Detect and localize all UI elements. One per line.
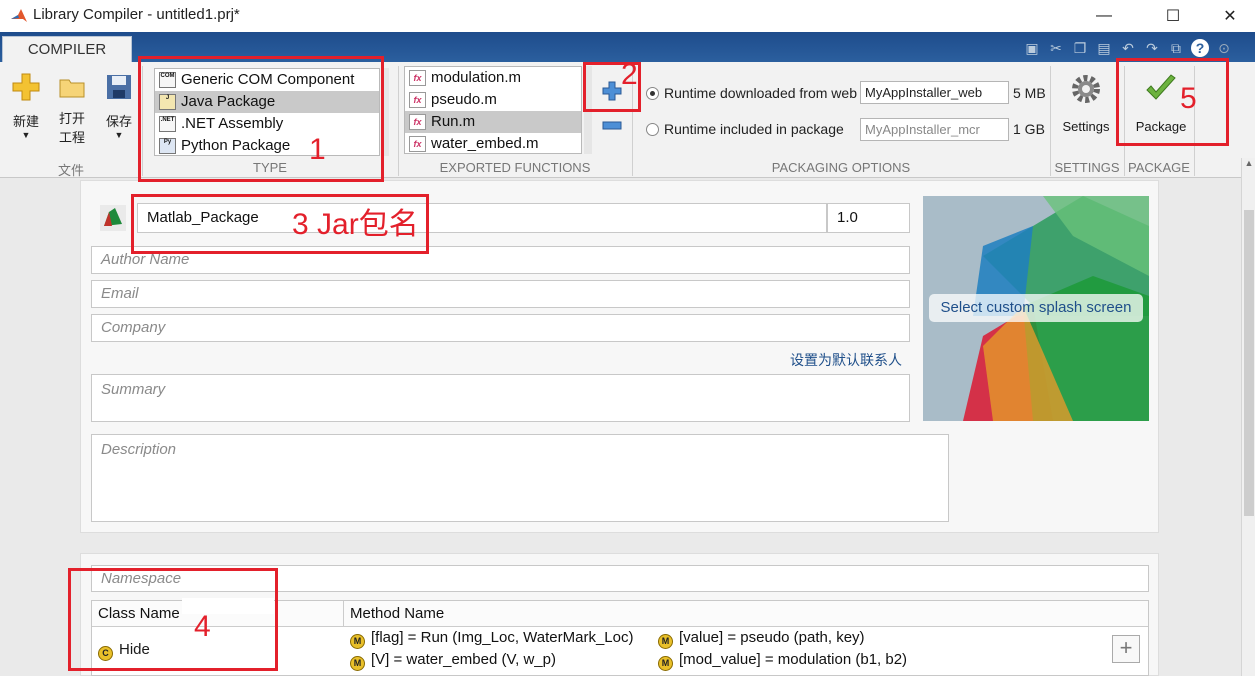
settings-group-label: SETTINGS <box>1054 160 1120 175</box>
exported-functions-label: EXPORTED FUNCTIONS <box>439 160 591 175</box>
scrollbar-thumb[interactable] <box>1244 210 1254 516</box>
company-input[interactable]: Company <box>91 314 910 342</box>
method-icon: M <box>350 634 365 649</box>
method-icon: M <box>350 656 365 671</box>
minimize-button[interactable]: — <box>1081 0 1127 32</box>
method-pseudo: M [value] = pseudo (path, key) <box>658 629 865 649</box>
version-input[interactable]: 1.0 <box>827 203 910 233</box>
minus-icon[interactable] <box>601 120 623 132</box>
settings-button-label: Settings <box>1062 119 1110 134</box>
gear-icon <box>1072 75 1100 103</box>
runtime-web-radio[interactable] <box>646 87 659 100</box>
copy-icon[interactable]: ❐ <box>1071 39 1089 57</box>
title-bar: Library Compiler - untitled1.prj* — ☐ ✕ <box>0 0 1255 32</box>
fx-icon: fx <box>409 114 426 130</box>
new-button[interactable]: 新建 ▼ <box>4 68 48 158</box>
method-icon: M <box>658 634 673 649</box>
packaging-options-label: PACKAGING OPTIONS <box>771 160 911 175</box>
open-project-button[interactable]: 打开 工程 <box>50 68 94 158</box>
method-name-header: Method Name <box>350 605 445 622</box>
function-item-modulation[interactable]: fx modulation.m <box>405 67 581 89</box>
cut-icon[interactable]: ✂ <box>1047 39 1065 57</box>
runtime-mcr-label: Runtime included in package <box>664 121 844 137</box>
tab-compiler[interactable]: COMPILER <box>2 36 132 63</box>
fx-icon: fx <box>409 136 426 152</box>
undo-icon[interactable]: ↶ <box>1119 39 1137 57</box>
scroll-up-icon[interactable]: ▲ <box>1243 158 1255 172</box>
email-input[interactable]: Email <box>91 280 910 308</box>
quick-access-toolbar: ▣ ✂ ❐ ▤ ↶ ↷ ⧉ ? ⊙ <box>1023 37 1233 59</box>
fx-icon: fx <box>409 92 426 108</box>
add-class-button[interactable]: + <box>1112 635 1140 663</box>
switch-window-icon[interactable]: ⧉ <box>1167 39 1185 57</box>
annotation-label-3: 3 Jar包名 <box>292 208 419 241</box>
method-modulation: M [mod_value] = modulation (b1, b2) <box>658 651 907 671</box>
function-item-water-embed[interactable]: fx water_embed.m <box>405 133 581 153</box>
close-button[interactable]: ✕ <box>1207 0 1253 32</box>
method-icon: M <box>658 656 673 671</box>
set-default-contact-link[interactable]: 设置为默认联系人 <box>790 350 902 370</box>
splash-screen-picker[interactable]: Select custom splash screen <box>923 196 1149 421</box>
new-label: 新建 <box>12 114 39 129</box>
save-button[interactable]: 保存 ▼ <box>97 68 141 158</box>
chevron-down-icon: ▼ <box>114 130 124 140</box>
paste-icon[interactable]: ▤ <box>1095 39 1113 57</box>
save-icon[interactable]: ▣ <box>1023 39 1041 57</box>
window-title: Library Compiler - untitled1.prj* <box>33 6 240 23</box>
expand-icon[interactable]: ⊙ <box>1215 39 1233 57</box>
exported-functions-list[interactable]: fx modulation.m fx pseudo.m fx Run.m fx wate… <box>404 66 582 154</box>
runtime-web-label: Runtime downloaded from web <box>664 85 857 101</box>
annotation-number-2: 2 <box>621 58 638 91</box>
open-label-line2: 工程 <box>58 130 85 145</box>
package-group-label: PACKAGE <box>1128 160 1190 175</box>
chevron-down-icon: ▼ <box>21 130 31 140</box>
matlab-app-icon <box>100 205 126 231</box>
method-run: M [flag] = Run (Img_Loc, WaterMark_Loc) <box>350 629 633 649</box>
function-item-pseudo[interactable]: fx pseudo.m <box>405 89 581 111</box>
annotation-number-5: 5 <box>1180 82 1197 115</box>
save-label: 保存 <box>105 114 132 129</box>
open-label-line1: 打开 <box>58 111 85 126</box>
description-input[interactable]: Description <box>91 434 949 522</box>
maximize-button[interactable]: ☐ <box>1150 0 1196 32</box>
help-icon[interactable]: ? <box>1191 39 1209 57</box>
annotation-number-1: 1 <box>309 133 326 166</box>
matlab-logo-icon <box>11 9 27 22</box>
function-item-run[interactable]: fx Run.m <box>405 111 581 133</box>
main-scrollbar[interactable]: ▲ <box>1241 158 1255 676</box>
web-installer-name-input[interactable]: MyAppInstaller_web <box>860 81 1009 104</box>
annotation-box-type <box>138 56 384 182</box>
settings-button[interactable]: Settings <box>1056 68 1116 154</box>
method-water-embed: M [V] = water_embed (V, w_p) <box>350 651 556 671</box>
mcr-installer-size: 1 GB <box>1013 121 1045 137</box>
summary-input[interactable]: Summary <box>91 374 910 422</box>
fx-icon: fx <box>409 70 426 86</box>
select-splash-label: Select custom splash screen <box>929 294 1143 322</box>
file-group-label: 文件 <box>57 163 84 178</box>
plus-icon: + <box>1119 635 1133 660</box>
annotation-box-class-name <box>68 568 278 671</box>
redo-icon[interactable]: ↷ <box>1143 39 1161 57</box>
new-plus-icon <box>12 73 40 101</box>
folder-icon <box>59 79 85 98</box>
mcr-installer-name-input[interactable]: MyAppInstaller_mcr <box>860 118 1009 141</box>
web-installer-size: 5 MB <box>1013 85 1046 101</box>
runtime-mcr-radio[interactable] <box>646 123 659 136</box>
floppy-disk-icon <box>107 75 131 99</box>
annotation-box-package <box>1116 58 1229 146</box>
annotation-number-4: 4 <box>194 610 211 643</box>
